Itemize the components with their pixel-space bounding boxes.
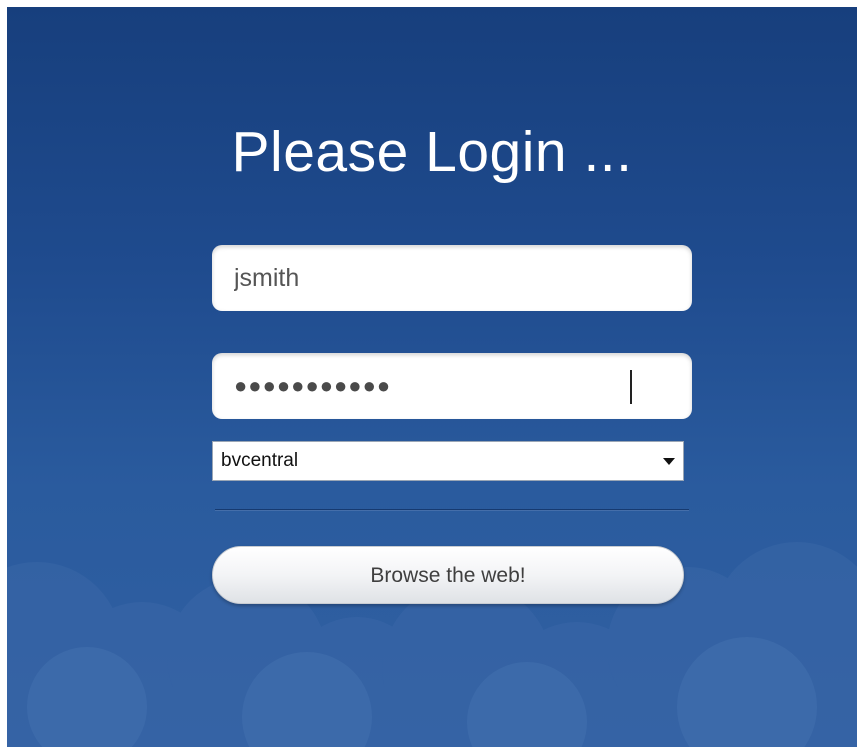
username-input[interactable] xyxy=(234,245,664,311)
chevron-down-icon[interactable] xyxy=(663,458,675,465)
text-cursor xyxy=(630,370,632,404)
domain-select[interactable]: bvcentral xyxy=(212,441,684,481)
domain-select-value: bvcentral xyxy=(221,450,299,471)
browse-button[interactable]: Browse the web! xyxy=(212,546,684,604)
username-field[interactable] xyxy=(212,245,692,311)
password-input[interactable] xyxy=(234,353,664,419)
divider xyxy=(215,509,689,510)
password-field[interactable] xyxy=(212,353,692,419)
login-screen: Please Login ... bvcentral Browse the we… xyxy=(7,7,857,747)
page-title: Please Login ... xyxy=(231,120,633,184)
